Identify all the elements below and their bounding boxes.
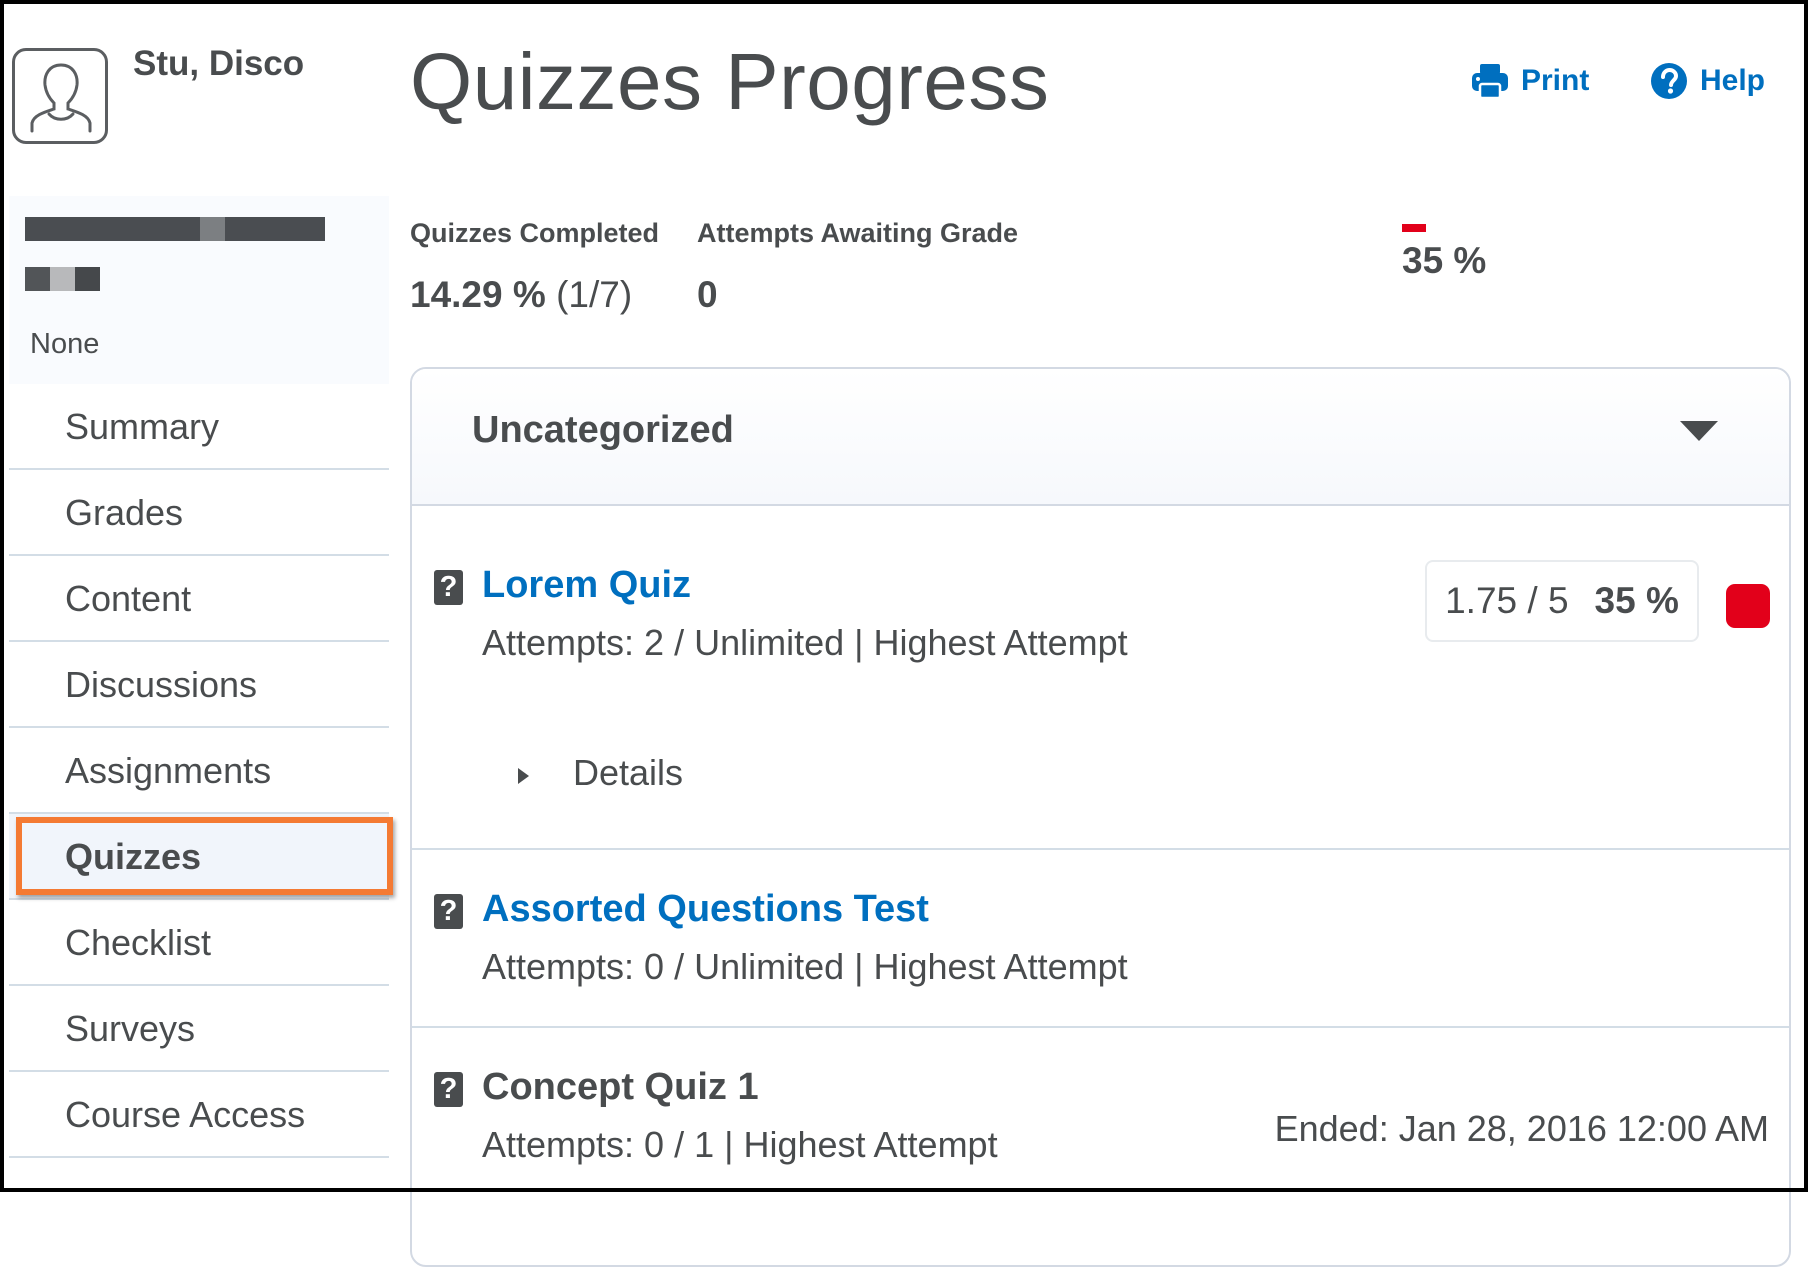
help-button[interactable]: Help (1650, 60, 1765, 102)
page-title: Quizzes Progress (410, 37, 1050, 126)
redacted-text-segment (75, 267, 100, 291)
sidebar-item-cutoff[interactable] (9, 1158, 389, 1218)
redacted-text-segment (200, 217, 225, 241)
details-toggle[interactable]: Details (518, 752, 683, 794)
sidebar-item-assignments[interactable]: Assignments (9, 728, 389, 814)
grade-status-indicator (1726, 584, 1770, 628)
overall-progress-bar (1402, 224, 1582, 232)
sidebar-item-course-access[interactable]: Course Access (9, 1072, 389, 1158)
quiz-end-date: Ended: Jan 28, 2016 12:00 AM (1274, 1108, 1769, 1149)
quizzes-completed-value: 14.29 % (1/7) (410, 274, 632, 316)
user-silhouette-icon (30, 63, 92, 133)
print-label: Print (1521, 64, 1590, 97)
redacted-text (25, 267, 50, 291)
quizzes-completed-label: Quizzes Completed (410, 218, 660, 248)
category-header[interactable]: Uncategorized (412, 369, 1789, 506)
user-name: Stu, Disco (133, 44, 305, 83)
avatar (12, 48, 108, 144)
completed-percent: 14.29 % (410, 274, 546, 315)
quiz-row: ? Lorem Quiz Attempts: 2 / Unlimited | H… (412, 506, 1789, 850)
overall-percent: 35 % (1402, 240, 1487, 281)
quiz-score-box: 1.75 / 5 35 % (1425, 560, 1699, 642)
expand-triangle-icon (518, 768, 529, 784)
quiz-attempts: Attempts: 0 / 1 | Highest Attempt (482, 1124, 998, 1165)
print-button[interactable]: Print (1471, 60, 1589, 102)
quiz-title-link[interactable]: Assorted Questions Test (482, 888, 929, 931)
attempts-awaiting-value: 0 (697, 274, 718, 316)
quiz-question-icon: ? (434, 570, 463, 605)
collapse-caret-icon[interactable] (1680, 421, 1718, 441)
attempts-awaiting-label: Attempts Awaiting Grade (697, 218, 1019, 248)
quiz-row: ? Concept Quiz 1 Attempts: 0 / 1 | Highe… (412, 1028, 1789, 1228)
category-card: Uncategorized ? Lorem Quiz Attempts: 2 /… (410, 367, 1791, 1267)
redacted-text (25, 217, 325, 241)
overall-progress-fill (1402, 224, 1426, 232)
sidebar-item-discussions[interactable]: Discussions (9, 642, 389, 728)
awaiting-count: 0 (697, 274, 718, 315)
info-value: None (30, 328, 100, 360)
sidebar-item-summary[interactable]: Summary (9, 384, 389, 470)
details-label: Details (573, 752, 684, 793)
printer-icon (1472, 64, 1508, 100)
sidebar-item-quizzes[interactable]: Quizzes (9, 814, 393, 900)
quiz-attempts: Attempts: 2 / Unlimited | Highest Attemp… (482, 622, 1128, 663)
sidebar-item-checklist[interactable]: Checklist (9, 900, 389, 986)
quiz-question-icon: ? (434, 894, 463, 929)
category-title: Uncategorized (472, 409, 734, 451)
quiz-row: ? Assorted Questions Test Attempts: 0 / … (412, 850, 1789, 1028)
quiz-title: Concept Quiz 1 (482, 1066, 759, 1108)
quiz-question-icon: ? (434, 1072, 463, 1107)
redacted-text-segment (50, 267, 75, 291)
sidebar-item-content[interactable]: Content (9, 556, 389, 642)
quiz-attempts: Attempts: 0 / Unlimited | Highest Attemp… (482, 946, 1128, 987)
quiz-title-link[interactable]: Lorem Quiz (482, 564, 691, 607)
help-icon (1651, 63, 1687, 99)
quiz-percent: 35 % (1594, 580, 1679, 621)
help-label: Help (1700, 64, 1766, 97)
sidebar-item-grades[interactable]: Grades (9, 470, 389, 556)
completed-fraction: (1/7) (556, 274, 633, 315)
sidebar-item-surveys[interactable]: Surveys (9, 986, 389, 1072)
quiz-score: 1.75 / 5 (1445, 580, 1569, 621)
sidebar-nav: Summary Grades Content Discussions Assig… (9, 384, 393, 1218)
